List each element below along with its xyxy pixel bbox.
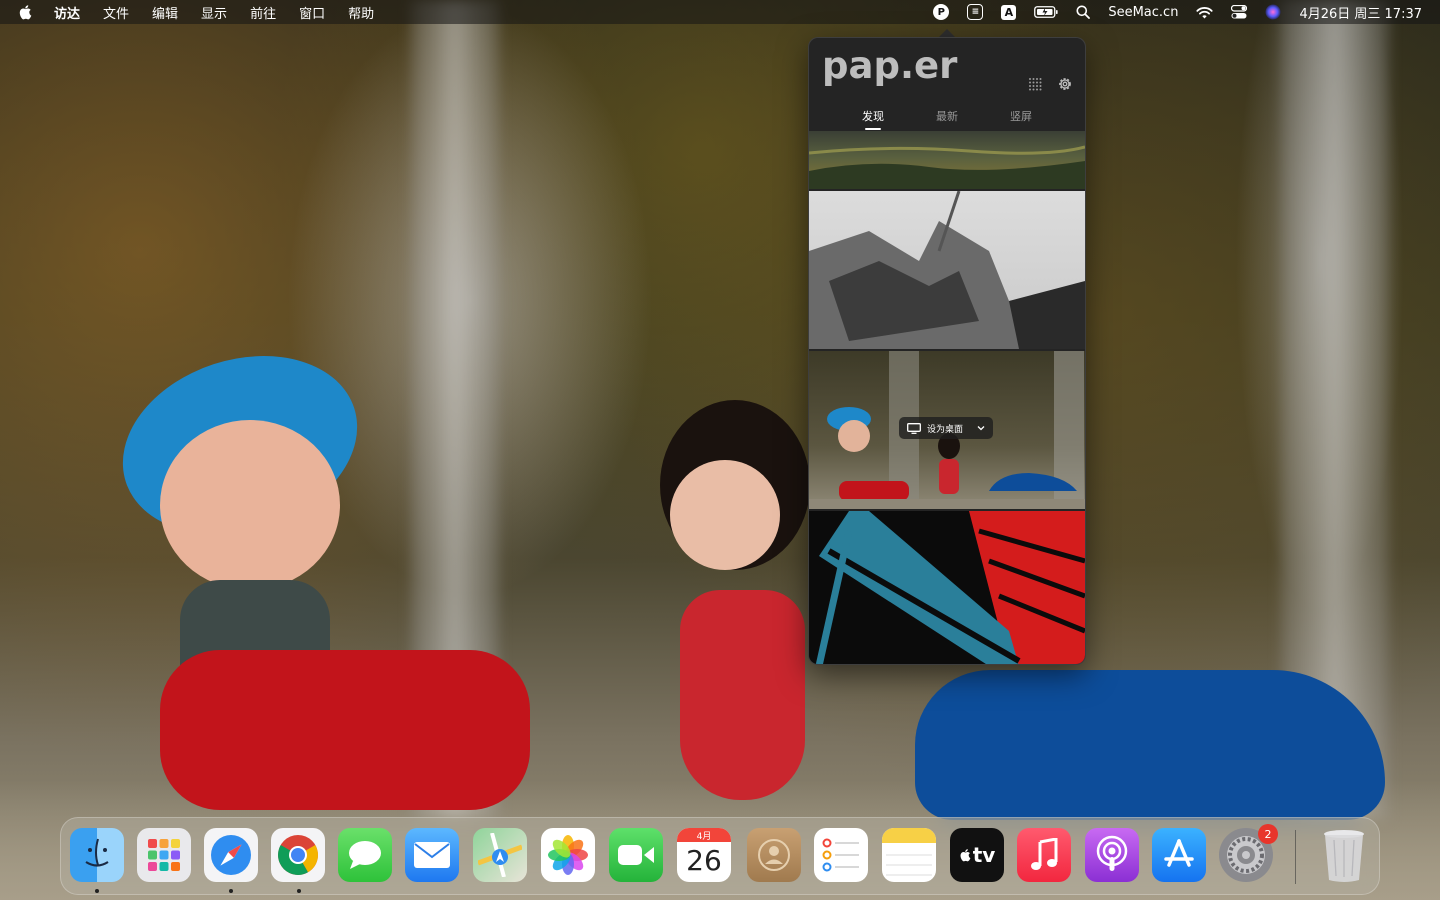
calendar-icon[interactable]: 4月 26 <box>677 828 731 882</box>
finder-icon[interactable] <box>70 828 124 882</box>
paper-logo: pap.er <box>822 44 958 87</box>
paper-popover: pap.er 发现 最新 竖屏 设为桌面 <box>808 37 1086 665</box>
set-wallpaper-label: 设为桌面 <box>927 424 964 435</box>
notes-icon[interactable] <box>882 828 936 882</box>
menu-edit[interactable]: 编辑 <box>152 3 178 22</box>
menu-finder[interactable]: 访达 <box>54 3 80 22</box>
battery-icon[interactable] <box>1034 6 1058 18</box>
monitor-icon <box>907 422 921 434</box>
calendar-day: 26 <box>686 844 722 877</box>
menu-file[interactable]: 文件 <box>103 3 129 22</box>
appletv-icon[interactable]: tv <box>950 828 1004 882</box>
menu-view[interactable]: 显示 <box>201 3 227 22</box>
messages-icon[interactable] <box>338 828 392 882</box>
control-center-icon[interactable] <box>1231 5 1248 19</box>
tab-discover[interactable]: 发现 <box>862 108 884 130</box>
photos-icon[interactable] <box>541 828 595 882</box>
dock-divider <box>1295 830 1296 884</box>
tab-latest[interactable]: 最新 <box>936 108 958 130</box>
grid-dots-icon[interactable] <box>1027 76 1043 92</box>
mail-icon[interactable] <box>405 828 459 882</box>
music-icon[interactable] <box>1017 828 1071 882</box>
menu-help[interactable]: 帮助 <box>348 3 374 22</box>
safari-icon[interactable] <box>204 828 258 882</box>
settings-badge: 2 <box>1258 824 1278 844</box>
wifi-icon[interactable] <box>1196 6 1214 19</box>
desktop-wallpaper <box>0 0 1440 900</box>
appletv-label: tv <box>972 843 996 867</box>
wallpaper-girl-face <box>670 460 780 570</box>
chrome-icon[interactable] <box>271 828 325 882</box>
wallpaper-thumbnail[interactable]: 设为桌面 <box>809 351 1085 509</box>
calendar-month: 4月 <box>677 828 731 842</box>
gear-icon[interactable] <box>1057 76 1073 92</box>
siri-icon[interactable] <box>1265 4 1281 20</box>
running-indicator <box>229 889 233 893</box>
menu-go[interactable]: 前往 <box>250 3 276 22</box>
wallpaper-thumbnail[interactable] <box>809 131 1085 189</box>
menu-bar: 访达 文件 编辑 显示 前往 窗口 帮助 P ≡ A SeeMac.cn 4月2… <box>0 0 1440 24</box>
wallpaper-blue-car <box>915 670 1385 820</box>
clipboard-status-icon[interactable]: ≡ <box>967 4 984 20</box>
paper-tabs: 发现 最新 竖屏 <box>809 108 1085 130</box>
tab-portrait[interactable]: 竖屏 <box>1010 108 1032 130</box>
wallpaper-girl-dress <box>680 590 805 800</box>
input-method-icon[interactable]: A <box>1001 4 1017 20</box>
facetime-icon[interactable] <box>609 828 663 882</box>
running-indicator <box>297 889 301 893</box>
wallpaper-red-car <box>160 650 530 810</box>
menu-window[interactable]: 窗口 <box>299 3 325 22</box>
wallpaper-boy-face <box>160 420 340 590</box>
wallpaper-thumbnail[interactable] <box>809 191 1085 349</box>
reminders-icon[interactable] <box>814 828 868 882</box>
trash-icon[interactable] <box>1317 828 1371 882</box>
spotlight-search-icon[interactable] <box>1076 5 1091 19</box>
apple-logo-icon[interactable] <box>18 4 32 20</box>
maps-icon[interactable] <box>473 828 527 882</box>
podcasts-icon[interactable] <box>1085 828 1139 882</box>
launchpad-icon[interactable] <box>137 828 191 882</box>
running-indicator <box>95 889 99 893</box>
appstore-icon[interactable] <box>1152 828 1206 882</box>
set-wallpaper-button[interactable]: 设为桌面 <box>899 417 994 439</box>
wallpaper-thumbnail[interactable] <box>809 511 1085 664</box>
contacts-icon[interactable] <box>747 828 801 882</box>
site-label[interactable]: SeeMac.cn <box>1108 5 1178 20</box>
clock[interactable]: 4月26日 周三 17:37 <box>1299 3 1422 22</box>
paper-status-icon[interactable]: P <box>933 4 950 20</box>
dock: 4月 26 tv 2 <box>60 817 1380 895</box>
chevron-down-icon[interactable] <box>977 425 985 431</box>
